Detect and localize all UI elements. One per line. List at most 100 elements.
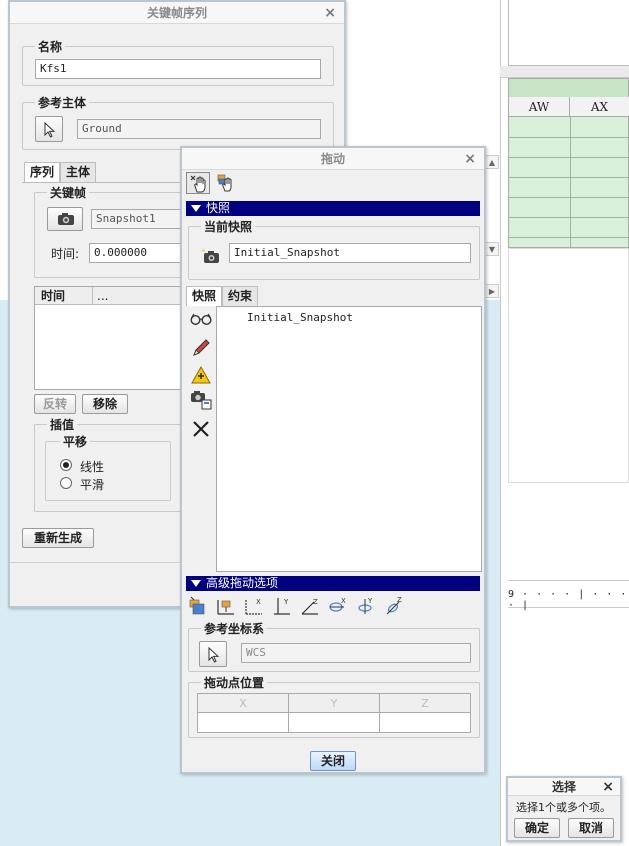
dialog-title: 拖动 [320,152,345,166]
hand-drag-icon [190,175,206,193]
close-button[interactable]: 关闭 [310,751,356,771]
svg-text:Y: Y [367,597,373,605]
current-snapshot-input[interactable]: Initial_Snapshot [229,243,471,263]
sheet-column-header[interactable]: AW [509,97,570,117]
sheet-column-header[interactable]: AX [570,97,629,117]
camera-icon [58,213,74,225]
close-icon[interactable]: × [602,778,614,796]
radio-label: 平滑 [80,478,105,492]
sheet-gridline [509,237,628,238]
group-label: 参考主体 [35,94,90,111]
sheet-gridline [509,157,628,158]
group-label: 参考坐标系 [201,620,268,637]
select-body-button[interactable] [35,116,63,142]
camera-copy-icon[interactable] [190,390,212,410]
snapshot-tool-column [186,306,216,570]
reference-coordinate-field: WCS [241,643,471,663]
select-message: 选择1个或多个项。 [516,801,611,814]
reference-body-group: 参考主体 Ground [22,94,334,150]
scroll-up-arrow[interactable]: ▲ [485,155,499,169]
tab-body[interactable]: 主体 [60,162,97,182]
advanced-drag-section-header[interactable]: 高级拖动选项 [186,576,480,591]
name-input[interactable]: Kfs1 [35,59,321,79]
collapse-triangle-icon [191,205,201,212]
radio-circle [60,459,72,471]
sheet-gridline [509,217,628,218]
dialog-titlebar[interactable]: 拖动 × [182,148,484,170]
take-snapshot-camera-icon[interactable] [201,247,221,265]
cancel-button[interactable]: 取消 [568,818,614,838]
tab-snapshots[interactable]: 快照 [186,286,223,306]
z-axis-translate-icon[interactable]: Z [300,596,320,616]
delete-x-icon[interactable] [192,420,210,438]
column-header-x: X [198,694,289,713]
right-middle-pane [508,248,629,483]
group-label: 插值 [47,416,78,433]
drag-point-position-group: 拖动点位置 X Y Z [188,674,480,738]
regenerate-button[interactable]: 重新生成 [22,528,94,548]
radio-circle [60,477,72,489]
group-label: 名称 [35,38,66,55]
scroll-right-arrow[interactable]: ▶ [485,284,499,298]
reference-body-field: Ground [77,119,321,139]
dialog-title: 关键帧序列 [146,6,207,20]
list-column-header[interactable]: 时间 [35,287,93,305]
drag-plane-icon[interactable] [188,596,208,616]
tab-constraints[interactable]: 约束 [222,286,259,306]
close-icon[interactable]: × [464,148,476,170]
svg-text:Y: Y [283,598,289,606]
svg-text:Z: Z [397,596,402,604]
position-z-cell[interactable] [380,713,470,732]
time-label: 时间: [51,247,80,261]
collapse-triangle-icon [191,580,201,587]
ok-button[interactable]: 确定 [514,818,560,838]
point-drag-button[interactable] [186,172,210,194]
dialog-titlebar[interactable]: 关键帧序列 × [10,2,344,24]
advanced-drag-toolbar: X Y Z X Y Z [188,594,480,618]
warning-add-icon[interactable] [191,366,211,384]
section-title: 高级拖动选项 [206,576,279,590]
x-axis-translate-icon[interactable]: X [244,596,264,616]
translation-group: 平移 线性 平滑 [45,433,171,501]
position-x-cell[interactable] [198,713,289,732]
dialog-titlebar[interactable]: 选择 × [508,778,620,796]
select-coordinate-button[interactable] [199,641,227,667]
tab-sequence[interactable]: 序列 [24,162,61,182]
select-dialog: 选择 × 选择1个或多个项。 确定 取消 [506,776,622,842]
sheet-gridline [509,137,628,138]
body-drag-button[interactable] [214,172,238,194]
reverse-button[interactable]: 反转 [34,394,76,414]
glasses-icon[interactable] [190,312,212,326]
pencil-edit-icon[interactable] [191,338,211,358]
right-top-pane [508,0,629,66]
spreadsheet[interactable]: AW AX [508,78,629,248]
group-label: 平移 [60,433,91,450]
y-axis-translate-icon[interactable]: Y [272,596,292,616]
remove-button[interactable]: 移除 [82,394,128,414]
sheet-gridline [509,177,628,178]
radio-dot [63,462,69,468]
y-axis-rotate-icon[interactable]: Y [356,596,376,616]
scroll-down-arrow[interactable]: ▼ [485,242,499,256]
drag-dialog: 拖动 × 快照 当前快照 Initial_Snapshot 快照 约束 Init… [180,146,486,774]
z-axis-rotate-icon[interactable]: Z [384,596,404,616]
list-item[interactable]: Initial_Snapshot [247,311,353,324]
radio-label: 线性 [80,460,105,474]
snapshot-section-header[interactable]: 快照 [186,201,480,216]
snapshot-list[interactable]: Initial_Snapshot [216,306,482,572]
close-icon[interactable]: × [324,2,336,24]
snapshot-camera-button[interactable] [47,207,83,231]
cursor-arrow-icon [208,647,220,663]
svg-text:X: X [341,597,346,605]
reference-coordinate-group: 参考坐标系 WCS [188,620,480,672]
group-label: 当前快照 [201,218,256,235]
svg-text:X: X [256,598,261,606]
x-axis-rotate-icon[interactable]: X [328,596,348,616]
drag-point-plane-icon[interactable] [216,596,236,616]
sheet-gridline [509,197,628,198]
group-label: 拖动点位置 [201,674,268,691]
position-y-cell[interactable] [289,713,380,732]
right-toolbar-strip [500,66,629,78]
list-column-header[interactable]: ... [93,287,123,305]
position-table: X Y Z [197,693,471,733]
